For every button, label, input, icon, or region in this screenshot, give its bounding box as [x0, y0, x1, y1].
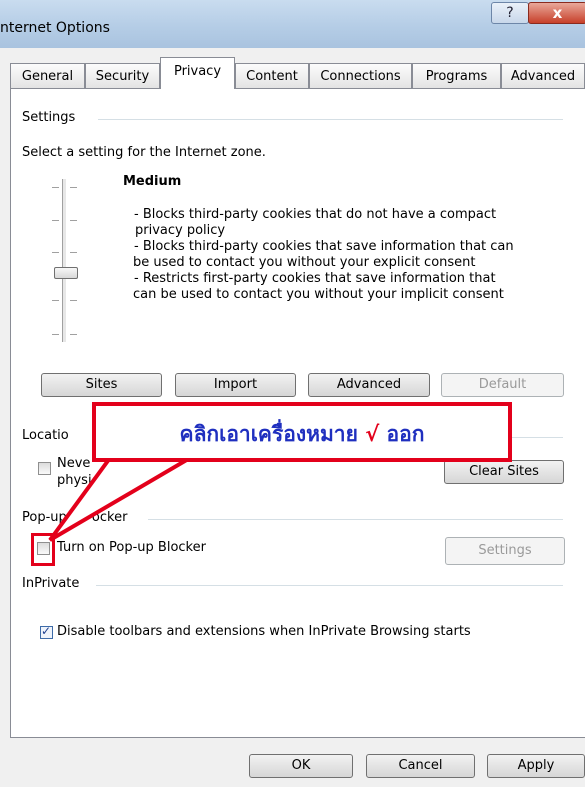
- clear-sites-button[interactable]: Clear Sites: [444, 460, 564, 484]
- tab-advanced[interactable]: Advanced: [501, 63, 585, 88]
- tab-content[interactable]: Content: [235, 63, 309, 88]
- settings-prompt: Select a setting for the Internet zone.: [22, 145, 266, 160]
- description-line: - Blocks third-party cookies that do not…: [134, 207, 497, 222]
- slider-tick: [70, 252, 77, 253]
- location-checkbox[interactable]: [38, 462, 51, 475]
- privacy-level-slider-track[interactable]: [62, 179, 67, 342]
- description-line: can be used to contact you without your …: [133, 287, 504, 302]
- description-line: be used to contact you without your expl…: [133, 255, 476, 270]
- checkmark-symbol: √: [365, 422, 380, 446]
- description-line: - Restricts first-party cookies that sav…: [134, 271, 496, 286]
- slider-tick: [52, 334, 59, 335]
- location-group-line: [512, 437, 563, 438]
- tab-programs[interactable]: Programs: [412, 63, 501, 88]
- title-bar: nternet Options ? x: [0, 0, 585, 48]
- inprivate-checkbox[interactable]: [40, 624, 53, 639]
- instruction-callout: คลิกเอาเครื่องหมาย √ ออก: [92, 402, 512, 462]
- callout-text-before: คลิกเอาเครื่องหมาย: [179, 422, 358, 446]
- apply-button[interactable]: Apply: [487, 754, 585, 778]
- location-checkbox-label: Neve: [57, 456, 91, 471]
- inprivate-group-label: InPrivate: [22, 576, 80, 591]
- slider-tick: [52, 220, 59, 221]
- ok-button[interactable]: OK: [249, 754, 353, 778]
- popup-blocker-label-end: ocker: [91, 510, 128, 525]
- tab-privacy[interactable]: Privacy: [160, 57, 235, 89]
- privacy-level-slider-thumb[interactable]: [54, 267, 78, 279]
- window-title: nternet Options: [0, 20, 110, 36]
- popup-blocker-group-label: Pop-up ocker: [22, 510, 127, 525]
- privacy-level-name: Medium: [123, 174, 182, 189]
- slider-tick: [52, 252, 59, 253]
- popup-blocker-label-start: Pop-up: [22, 510, 71, 525]
- slider-tick: [70, 220, 77, 221]
- advanced-button[interactable]: Advanced: [308, 373, 430, 397]
- tab-security[interactable]: Security: [85, 63, 160, 88]
- slider-tick: [70, 300, 77, 301]
- cancel-button[interactable]: Cancel: [366, 754, 475, 778]
- help-button[interactable]: ?: [491, 2, 529, 24]
- checkbox-highlight: [31, 533, 55, 566]
- slider-tick: [52, 300, 59, 301]
- location-group-label: Locatio: [22, 428, 69, 443]
- popup-blocker-checkbox-label: Turn on Pop-up Blocker: [57, 540, 206, 555]
- inprivate-checkbox-label: Disable toolbars and extensions when InP…: [57, 624, 471, 639]
- slider-tick: [70, 187, 77, 188]
- callout-text-after: ออก: [386, 422, 425, 446]
- location-checkbox-label-line2: physical loc: [57, 473, 134, 488]
- slider-tick: [52, 187, 59, 188]
- description-line: - Blocks third-party cookies that save i…: [134, 239, 514, 254]
- popup-settings-button[interactable]: Settings: [445, 537, 565, 565]
- tab-connections[interactable]: Connections: [309, 63, 412, 88]
- import-button[interactable]: Import: [175, 373, 296, 397]
- sites-button[interactable]: Sites: [41, 373, 162, 397]
- privacy-level-description: - Blocks third-party cookies that do not…: [133, 207, 564, 303]
- default-button[interactable]: Default: [441, 373, 564, 397]
- slider-tick: [70, 334, 77, 335]
- description-line: privacy policy: [135, 223, 226, 238]
- close-button[interactable]: x: [528, 2, 585, 24]
- settings-group-label: Settings: [22, 110, 76, 125]
- settings-group-line: [98, 119, 563, 120]
- popup-blocker-group-line: [148, 519, 563, 520]
- tab-general[interactable]: General: [10, 63, 85, 88]
- inprivate-group-line: [96, 585, 563, 586]
- callout-text: คลิกเอาเครื่องหมาย √ ออก: [96, 418, 508, 451]
